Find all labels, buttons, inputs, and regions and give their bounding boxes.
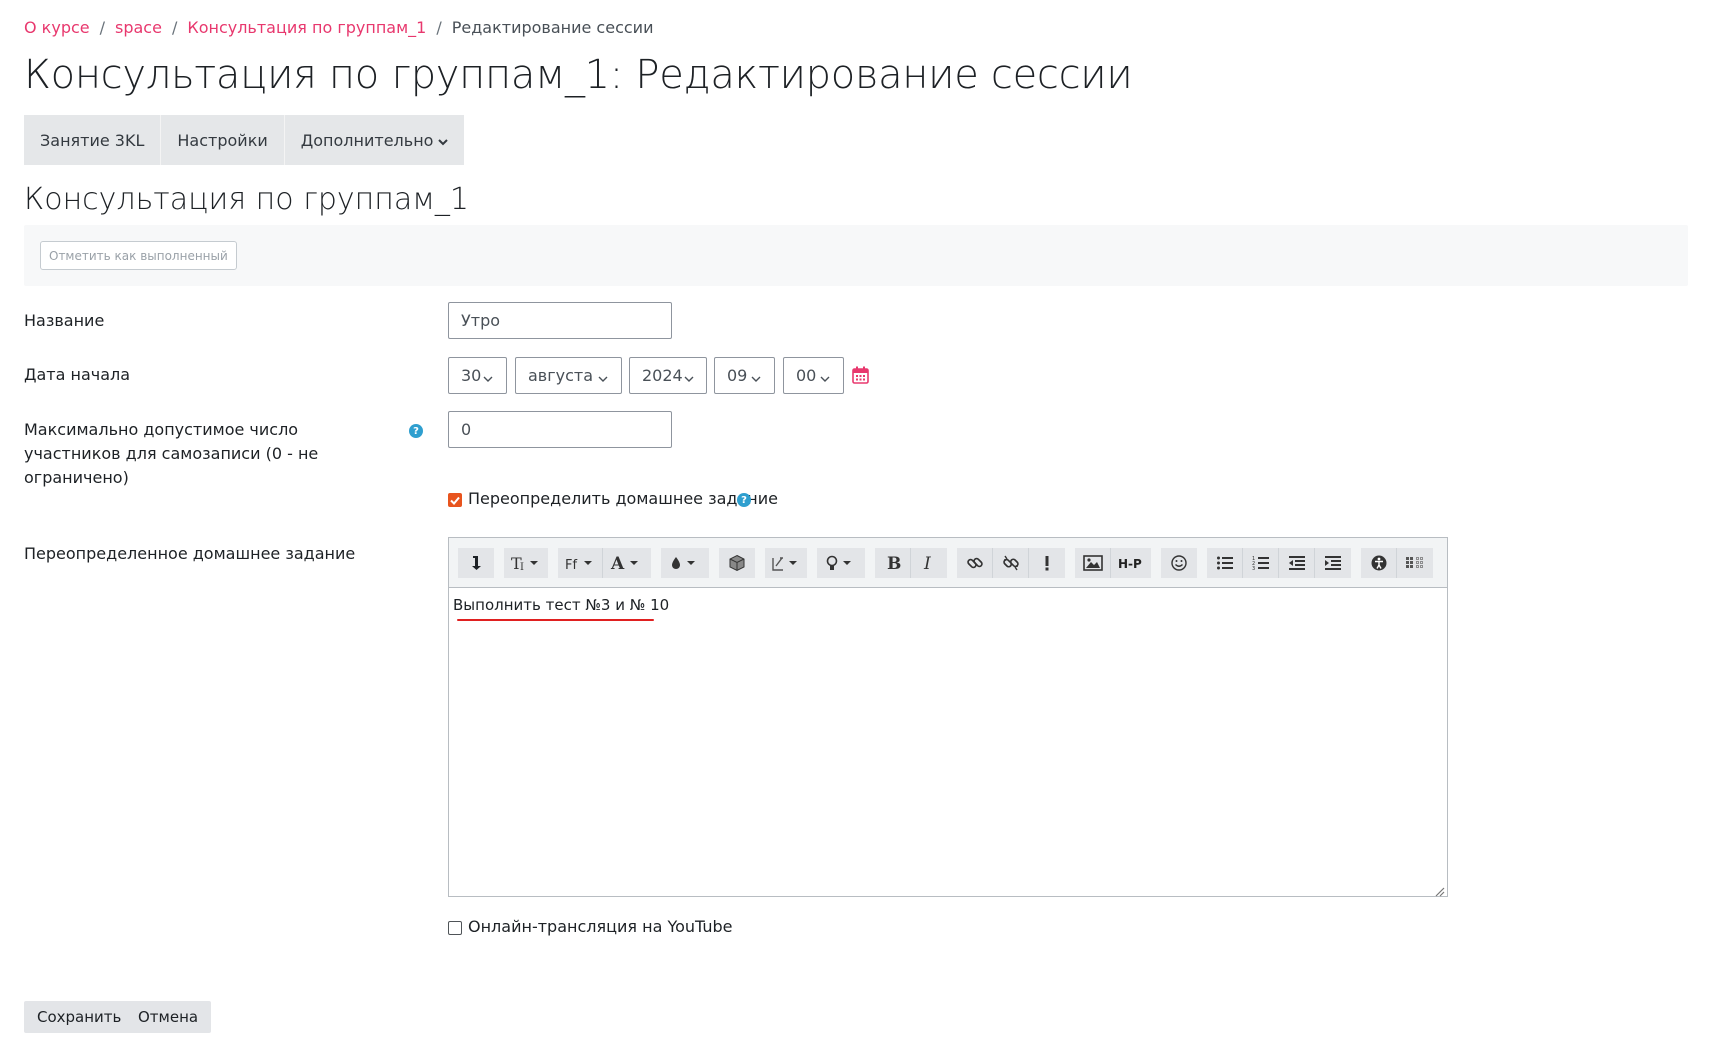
max-participants-label: Максимально допустимое число участников …: [24, 420, 319, 487]
breadcrumb: О курсе / space / Консультация по группа…: [24, 16, 653, 38]
minute-value: 00: [796, 366, 817, 385]
link-icon[interactable]: [957, 547, 993, 578]
indent-icon[interactable]: [1315, 547, 1351, 578]
collapse-icon[interactable]: [458, 547, 494, 578]
start-date-label: Дата начала: [24, 365, 131, 384]
emoji-icon[interactable]: [1161, 547, 1197, 578]
breadcrumb-separator: /: [99, 17, 105, 37]
tab-activity[interactable]: Занятие 3KL: [24, 115, 162, 165]
svg-text:H-P: H-P: [1118, 557, 1142, 571]
editor-content[interactable]: Выполнить тест №3 и № 10: [453, 596, 669, 614]
screenreader-icon[interactable]: [1397, 547, 1433, 578]
override-homework-checkbox[interactable]: [448, 493, 462, 507]
tab-settings[interactable]: Настройки: [161, 115, 285, 165]
max-participants-input[interactable]: 0: [448, 411, 672, 448]
outdent-icon[interactable]: [1279, 547, 1315, 578]
editor-toolbar: TI Ff A B I H-P 1 2 3: [449, 538, 1447, 588]
month-select[interactable]: августа: [515, 357, 622, 394]
red-underline-annotation: [457, 619, 654, 621]
style-icon[interactable]: [765, 547, 807, 578]
chevron-down-icon: [683, 370, 695, 382]
chevron-down-icon: [438, 131, 449, 150]
hour-value: 09: [727, 366, 748, 385]
breadcrumb-link-course[interactable]: О курсе: [24, 18, 90, 37]
calendar-icon[interactable]: [852, 366, 869, 384]
section-title: Консультация по группам_1: [24, 182, 469, 217]
chevron-down-icon: [597, 370, 609, 382]
tab-more[interactable]: Дополнительно: [284, 115, 465, 165]
name-label: Название: [24, 311, 105, 330]
completion-bar: Отметить как выполненный: [24, 225, 1688, 286]
youtube-checkbox[interactable]: [448, 921, 462, 935]
lightbulb-icon[interactable]: [817, 547, 865, 578]
hour-select[interactable]: 09: [714, 357, 775, 394]
breadcrumb-link-space[interactable]: space: [115, 18, 162, 37]
svg-text:Ff: Ff: [565, 558, 577, 572]
month-value: августа: [528, 366, 594, 385]
mark-done-button[interactable]: Отметить как выполненный: [40, 241, 237, 270]
breadcrumb-current: Редактирование сессии: [451, 17, 654, 37]
tab-label: Занятие 3KL: [40, 130, 145, 150]
svg-text:I: I: [520, 562, 524, 572]
save-button[interactable]: Сохранить: [24, 1001, 135, 1033]
chevron-down-icon: [750, 370, 762, 382]
tab-label: Настройки: [177, 130, 268, 150]
accessibility-icon[interactable]: [1361, 547, 1397, 578]
year-value: 2024: [642, 366, 683, 385]
background-color-icon[interactable]: [661, 547, 709, 578]
font-color-icon[interactable]: A: [603, 547, 651, 578]
minute-select[interactable]: 00: [783, 357, 844, 394]
h5p-icon[interactable]: H-P: [1111, 547, 1151, 578]
override-homework-label: Переопределить домашнее задание: [468, 489, 778, 508]
font-family-icon[interactable]: Ff: [558, 547, 603, 578]
rich-text-editor: TI Ff A B I H-P 1 2 3 Выполнить тест №3 …: [448, 537, 1448, 897]
breadcrumb-link-activity[interactable]: Консультация по группам_1: [187, 18, 426, 37]
help-icon[interactable]: ?: [409, 424, 423, 438]
cube-icon[interactable]: [719, 547, 755, 578]
svg-text:3: 3: [1252, 566, 1255, 571]
italic-icon[interactable]: I: [911, 547, 947, 578]
secondary-nav: Занятие 3KL Настройки Дополнительно: [24, 115, 465, 165]
overridden-homework-label: Переопределенное домашнее задание: [24, 544, 356, 563]
cancel-button[interactable]: Отмена: [125, 1001, 212, 1033]
tab-label: Дополнительно: [300, 130, 434, 150]
chevron-down-icon: [819, 370, 831, 382]
svg-text:I: I: [923, 554, 931, 572]
image-icon[interactable]: [1075, 547, 1111, 578]
exclamation-icon[interactable]: [1029, 547, 1065, 578]
page-title: Консультация по группам_1: Редактировани…: [24, 52, 1133, 98]
year-select[interactable]: 2024: [629, 357, 707, 394]
help-icon[interactable]: ?: [737, 493, 751, 507]
breadcrumb-separator: /: [436, 17, 442, 37]
svg-text:A: A: [610, 554, 625, 572]
unordered-list-icon[interactable]: [1207, 547, 1243, 578]
chevron-down-icon: [482, 370, 494, 382]
day-value: 30: [461, 366, 482, 385]
breadcrumb-separator: /: [171, 17, 178, 37]
checkmark-icon: [450, 496, 460, 505]
unlink-icon[interactable]: [993, 547, 1029, 578]
text-style-icon[interactable]: TI: [504, 547, 548, 578]
svg-text:B: B: [887, 554, 901, 572]
bold-icon[interactable]: B: [875, 547, 911, 578]
youtube-label: Онлайн-трансляция на YouTube: [468, 917, 733, 936]
ordered-list-icon[interactable]: 123: [1243, 547, 1279, 578]
name-input[interactable]: Утро: [448, 302, 672, 339]
resize-handle-icon[interactable]: [1433, 882, 1445, 897]
day-select[interactable]: 30: [448, 357, 507, 394]
